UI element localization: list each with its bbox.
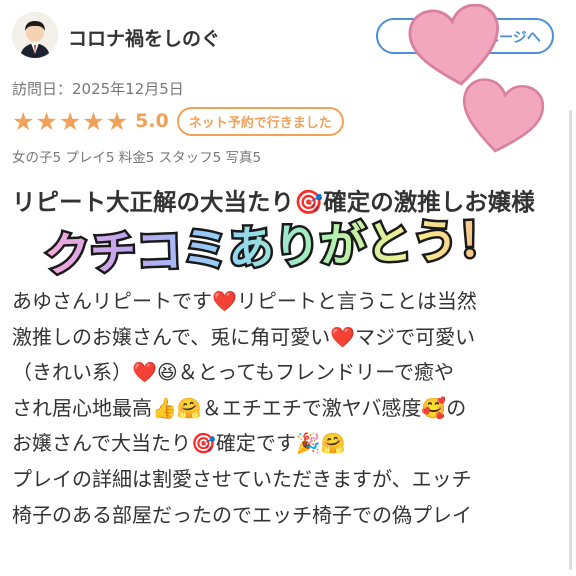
review-body-line: 椅子のある部屋だったのでエッチ椅子での偽プレイ bbox=[12, 502, 472, 527]
sticker-gradient-text: クチコミありがとう！ bbox=[41, 209, 508, 284]
heart-icon bbox=[462, 78, 544, 153]
review-body-line: プレイの詳細は割愛させていただきますが、エッチ bbox=[12, 466, 472, 491]
review-body-line: （きれい系）❤️😆＆とってもフレンドリーで癒や bbox=[12, 360, 454, 385]
review-body-line: 激推しのお嬢さんで、兎に角可愛い❤️マジで可愛い bbox=[12, 324, 476, 349]
rating-score: 5.0 bbox=[135, 110, 169, 132]
reviewer-name[interactable]: コロナ禍をしのぐ bbox=[68, 24, 220, 51]
sticker-text: クチコミありがとう！ bbox=[43, 212, 505, 282]
star-icon: ★ bbox=[82, 106, 105, 136]
star-icon: ★ bbox=[35, 106, 58, 136]
reservation-badge: ネット予約で行きました bbox=[176, 106, 344, 136]
avatar-icon bbox=[12, 12, 58, 58]
review-body: あゆさんリピートです❤️リピートと言うことは当然 激推しのお嬢さんで、兎に角可愛… bbox=[12, 284, 557, 533]
reviewer-avatar[interactable] bbox=[12, 12, 58, 58]
scrollbar[interactable] bbox=[569, 110, 572, 570]
star-icon: ★ bbox=[58, 106, 82, 136]
star-icon: ★ bbox=[105, 106, 129, 136]
thank-you-sticker: クチコミありがとう！ bbox=[37, 199, 510, 295]
sub-ratings: 女の子5 プレイ5 料金5 スタッフ5 写真5 bbox=[12, 150, 262, 166]
review-body-line: お嬢さんで大当たり🎯確定です🎉🤗 bbox=[12, 431, 346, 456]
star-icon: ★ bbox=[12, 106, 35, 136]
visit-date: 訪問日：2025年12月5日 bbox=[12, 80, 184, 98]
rating-row: ★ ★ ★ ★ ★ 5.0 ネット予約で行きました bbox=[12, 106, 344, 136]
review-body-line: され居心地最高👍🤗＆エチエチで激ヤバ感度🥰の bbox=[12, 395, 467, 420]
